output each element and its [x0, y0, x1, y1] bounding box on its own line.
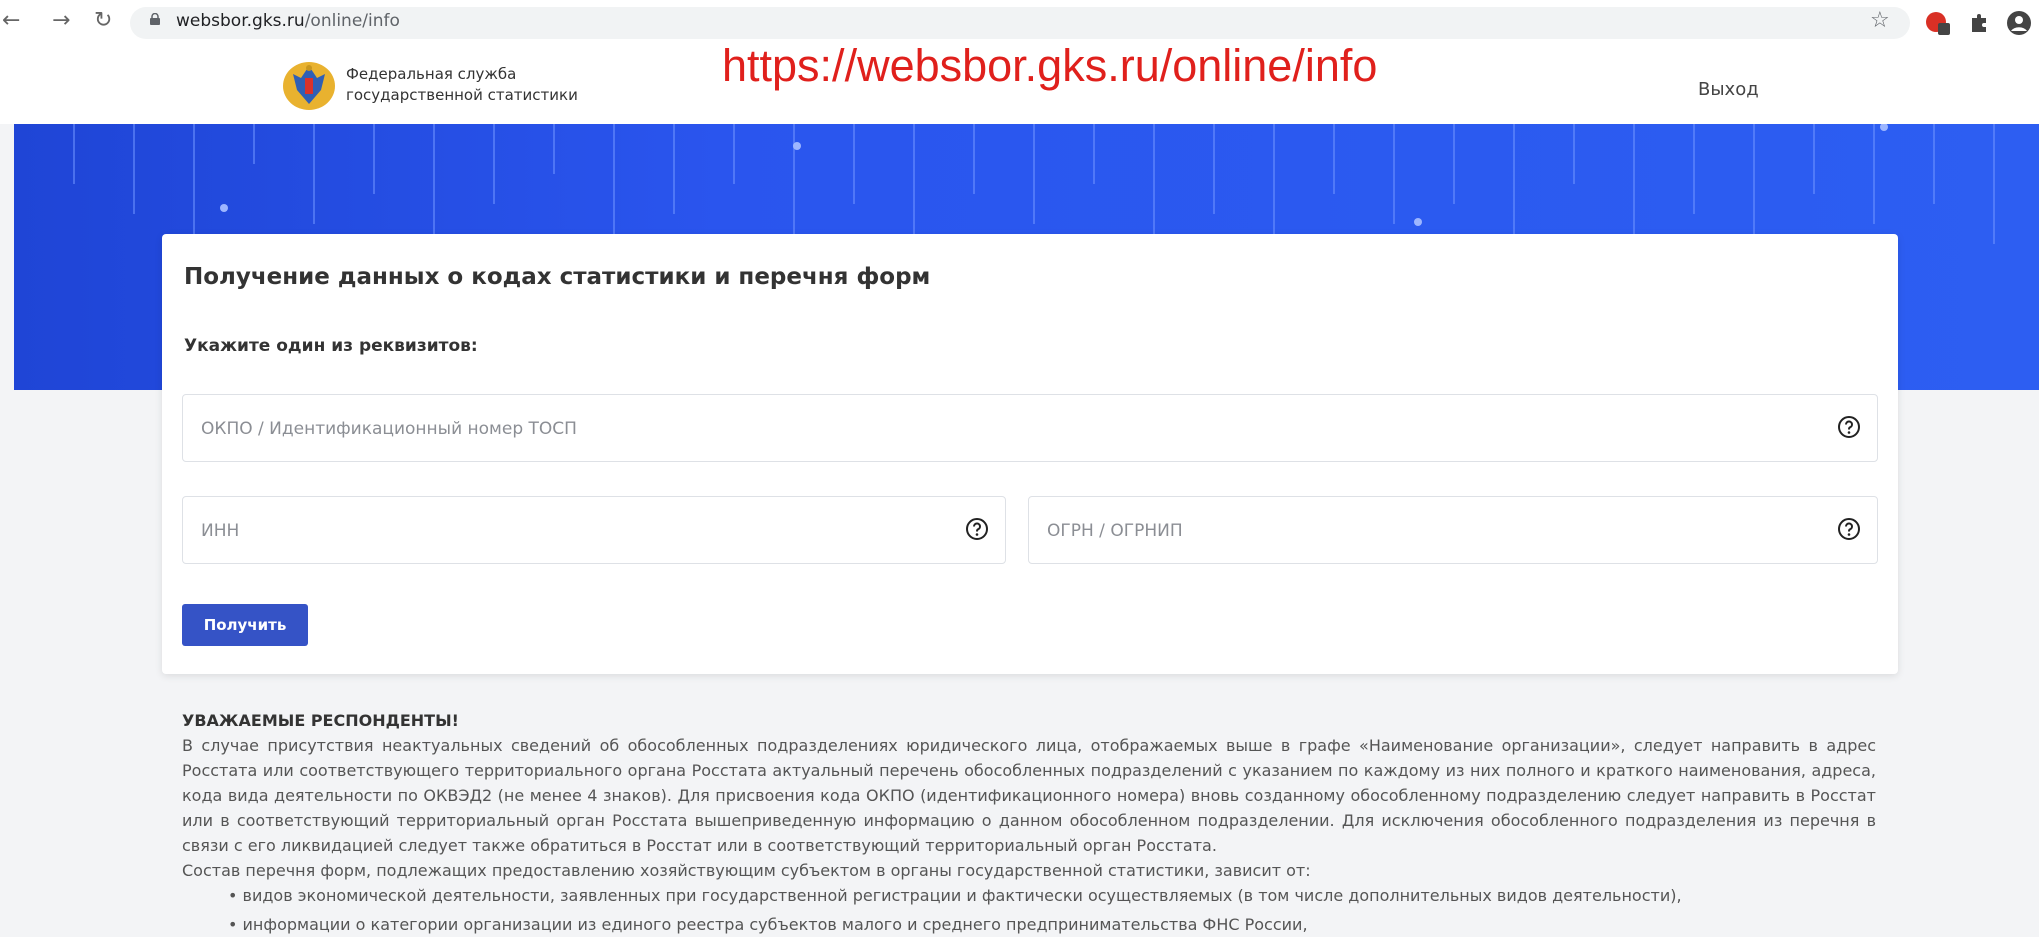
- logout-link[interactable]: Выход: [1698, 79, 1759, 100]
- ogrn-input[interactable]: [1045, 497, 1770, 565]
- help-icon[interactable]: [1837, 517, 1861, 541]
- lookup-card: Получение данных о кодах статистики и пе…: [162, 234, 1898, 674]
- notice-paragraph: В случае присутствия неактуальных сведен…: [182, 736, 1876, 855]
- org-name-line1: Федеральная служба: [346, 65, 517, 83]
- card-title: Получение данных о кодах статистики и пе…: [184, 264, 931, 290]
- rosstat-emblem-icon: [283, 62, 335, 110]
- forward-icon[interactable]: →: [52, 8, 70, 33]
- org-name-line2: государственной статистики: [346, 86, 578, 104]
- lock-icon: [150, 13, 160, 25]
- notice-title: УВАЖАЕМЫЕ РЕСПОНДЕНТЫ!: [182, 711, 459, 730]
- ogrn-field[interactable]: [1028, 496, 1878, 565]
- notice-list: видов экономической деятельности, заявле…: [182, 883, 1876, 937]
- inn-field[interactable]: [182, 496, 1006, 565]
- overlay-url-caption: https://websbor.gks.ru/online/info: [722, 40, 1378, 91]
- list-item: информации о категории организации из ед…: [228, 912, 1876, 937]
- list-item: видов экономической деятельности, заявле…: [228, 883, 1876, 908]
- card-subtitle: Укажите один из реквизитов:: [184, 336, 478, 356]
- extensions-puzzle-icon[interactable]: [1968, 10, 1992, 34]
- profile-icon[interactable]: [2006, 10, 2032, 36]
- reload-icon[interactable]: ↻: [94, 8, 112, 33]
- back-icon[interactable]: ←: [2, 8, 20, 33]
- okpo-input[interactable]: [199, 395, 1643, 463]
- respondents-notice: УВАЖАЕМЫЕ РЕСПОНДЕНТЫ! В случае присутст…: [182, 708, 1876, 937]
- submit-button[interactable]: Получить: [182, 604, 308, 646]
- extension-badge-icon[interactable]: [1924, 10, 1952, 36]
- organization-name: Федеральная служба государственной стати…: [346, 64, 578, 106]
- okpo-field[interactable]: [182, 394, 1878, 463]
- help-icon[interactable]: [1837, 415, 1861, 439]
- bookmark-star-icon[interactable]: ☆: [1870, 8, 1890, 33]
- address-url[interactable]: websbor.gks.ru/online/info: [176, 11, 400, 31]
- help-icon[interactable]: [965, 517, 989, 541]
- inn-input[interactable]: [199, 497, 902, 565]
- notice-list-intro: Состав перечня форм, подлежащих предоста…: [182, 861, 1311, 880]
